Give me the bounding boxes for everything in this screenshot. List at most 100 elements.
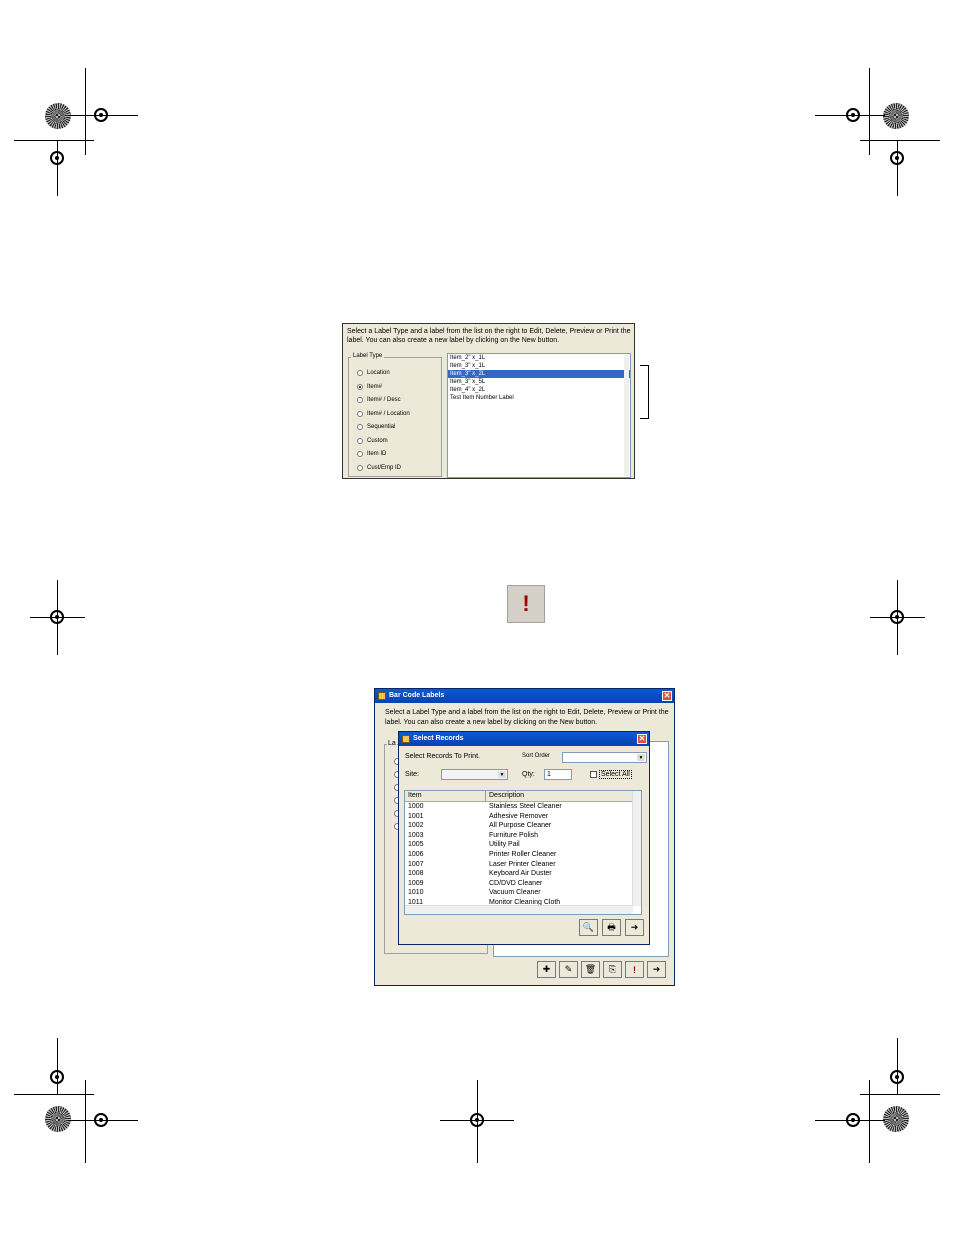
preview-icon: 🔍: [582, 922, 595, 932]
radio-button[interactable]: [357, 464, 363, 471]
grid-header: Item Description: [405, 791, 635, 802]
label-list-item[interactable]: Test Item Number Label: [448, 394, 630, 402]
list-scrollbar[interactable]: [624, 355, 629, 476]
label-type-panel: Select a Label Type and a label from the…: [342, 323, 635, 479]
color-rosette-icon: [883, 103, 909, 129]
table-row[interactable]: 1002 All Purpose Cleaner: [405, 821, 635, 831]
table-row[interactable]: 1008 Keyboard Air Duster: [405, 869, 635, 879]
label-type-option[interactable]: Item ID: [357, 451, 386, 457]
select-all-checkbox[interactable]: [590, 771, 597, 778]
color-rosette-icon: [45, 103, 71, 129]
label-list-item[interactable]: Item_4" x_2L: [448, 386, 630, 394]
label-type-text: Sequential: [367, 424, 396, 430]
label-type-option[interactable]: Item#: [357, 383, 383, 390]
column-header-description[interactable]: Description: [489, 792, 524, 799]
crosshair-target-icon: [50, 151, 64, 165]
group-title: La: [387, 740, 397, 747]
label-type-option[interactable]: Location: [357, 370, 390, 376]
close-button[interactable]: ✕: [637, 734, 647, 744]
radio-button[interactable]: [357, 437, 363, 444]
crosshair-target-icon: [50, 1070, 64, 1084]
panel-instructions: Select a Label Type and a label from the…: [347, 328, 631, 344]
item-cell: 1007: [408, 860, 424, 868]
window-titlebar[interactable]: Bar Code Labels ✕: [375, 689, 674, 703]
exit-icon: ➜: [630, 922, 639, 932]
crosshair-target-icon: [846, 1113, 860, 1127]
sort-order-select[interactable]: ▼: [562, 752, 647, 763]
qty-label: Qty:: [522, 771, 535, 778]
horizontal-scrollbar[interactable]: [405, 905, 633, 914]
item-cell: 1001: [408, 812, 424, 820]
label-type-option[interactable]: Item# / Location: [357, 410, 410, 417]
preview-button[interactable]: 🔍: [579, 919, 598, 936]
item-cell: 1010: [408, 889, 424, 897]
description-cell: Laser Printer Cleaner: [489, 860, 556, 868]
item-cell: 1005: [408, 841, 424, 849]
window-title: Bar Code Labels: [389, 692, 445, 699]
label-type-option[interactable]: Item# / Desc: [357, 397, 401, 403]
table-row[interactable]: 1000 Stainless Steel Cleaner: [405, 802, 635, 812]
description-cell: Utility Pail: [489, 841, 520, 849]
label-list-item[interactable]: Item_3" x_5L: [448, 378, 630, 386]
select-all-label[interactable]: Select All: [599, 770, 632, 779]
crosshair-target-icon: [94, 1113, 108, 1127]
radio-button[interactable]: [357, 370, 363, 376]
site-select[interactable]: ▼: [441, 769, 508, 780]
qty-input[interactable]: 1: [544, 769, 572, 780]
records-grid[interactable]: Item Description 1000 Stainless Steel Cle…: [404, 790, 642, 915]
table-row[interactable]: 1007 Laser Printer Cleaner: [405, 860, 635, 870]
label-type-text: Item#: [367, 383, 383, 390]
description-cell: Printer Roller Cleaner: [489, 851, 557, 858]
crosshair-target-icon: [470, 1113, 484, 1127]
table-row[interactable]: 1003 Furniture Polish: [405, 831, 635, 841]
radio-button[interactable]: [357, 383, 363, 390]
group-title: Label Type: [351, 353, 385, 359]
vertical-scrollbar[interactable]: [632, 791, 641, 906]
delete-button[interactable]: 🗑: [581, 961, 600, 978]
item-cell: 1000: [408, 803, 424, 810]
table-row[interactable]: 1001 Adhesive Remover: [405, 812, 635, 822]
radio-button[interactable]: [357, 397, 363, 403]
label-list-item[interactable]: Item_3" x_2L: [448, 370, 630, 378]
select-records-dialog: Select Records ✕ Select Records To Print…: [398, 731, 650, 945]
label-type-option[interactable]: Custom: [357, 437, 388, 444]
callout-bracket: [640, 365, 649, 419]
preview-icon: ⎘: [608, 964, 617, 974]
new-button[interactable]: ✚: [537, 961, 556, 978]
label-type-text: Item# / Location: [367, 410, 410, 417]
item-cell: 1003: [408, 831, 424, 839]
new-icon: ✚: [542, 964, 551, 974]
radio-button[interactable]: [357, 424, 363, 430]
color-rosette-icon: [45, 1106, 71, 1132]
label-type-option[interactable]: Cust/Emp ID: [357, 464, 401, 471]
label-type-text: Location: [367, 370, 390, 376]
description-cell: Keyboard Air Duster: [489, 870, 552, 878]
label-list[interactable]: Item_2" x_1L Item_3" x_1L Item_3" x_2L Item…: [447, 353, 631, 478]
label-type-option[interactable]: Sequential: [357, 424, 395, 430]
print-labels-button[interactable]: !: [507, 585, 545, 623]
edit-button[interactable]: ✎: [559, 961, 578, 978]
print-icon: !: [633, 964, 636, 975]
exit-button[interactable]: ➜: [625, 919, 644, 936]
label-list-item[interactable]: Item_3" x_1L: [448, 362, 630, 370]
dialog-prompt: Select Records To Print.: [405, 753, 480, 760]
exit-button[interactable]: ➜: [647, 961, 666, 978]
print-button[interactable]: !: [625, 961, 644, 978]
column-header-item[interactable]: Item: [408, 792, 422, 799]
radio-button[interactable]: [357, 410, 363, 417]
table-row[interactable]: 1006 Printer Roller Cleaner: [405, 850, 635, 860]
close-button[interactable]: ✕: [662, 691, 672, 701]
description-cell: All Purpose Cleaner: [489, 822, 552, 830]
dialog-titlebar[interactable]: Select Records ✕: [399, 732, 649, 746]
preview-button[interactable]: ⎘: [603, 961, 622, 978]
table-row[interactable]: 1010 Vacuum Cleaner: [405, 888, 635, 898]
table-row[interactable]: 1005 Utility Pail: [405, 840, 635, 850]
print-icon: 🖶: [607, 921, 616, 932]
table-row[interactable]: 1009 CD/DVD Cleaner: [405, 879, 635, 889]
chevron-down-icon: ▼: [498, 771, 506, 778]
dialog-title: Select Records: [413, 735, 464, 742]
label-list-item[interactable]: Item_2" x_1L: [448, 354, 630, 362]
print-button[interactable]: 🖶: [602, 919, 621, 936]
description-cell: CD/DVD Cleaner: [489, 879, 543, 887]
radio-button[interactable]: [357, 451, 363, 457]
